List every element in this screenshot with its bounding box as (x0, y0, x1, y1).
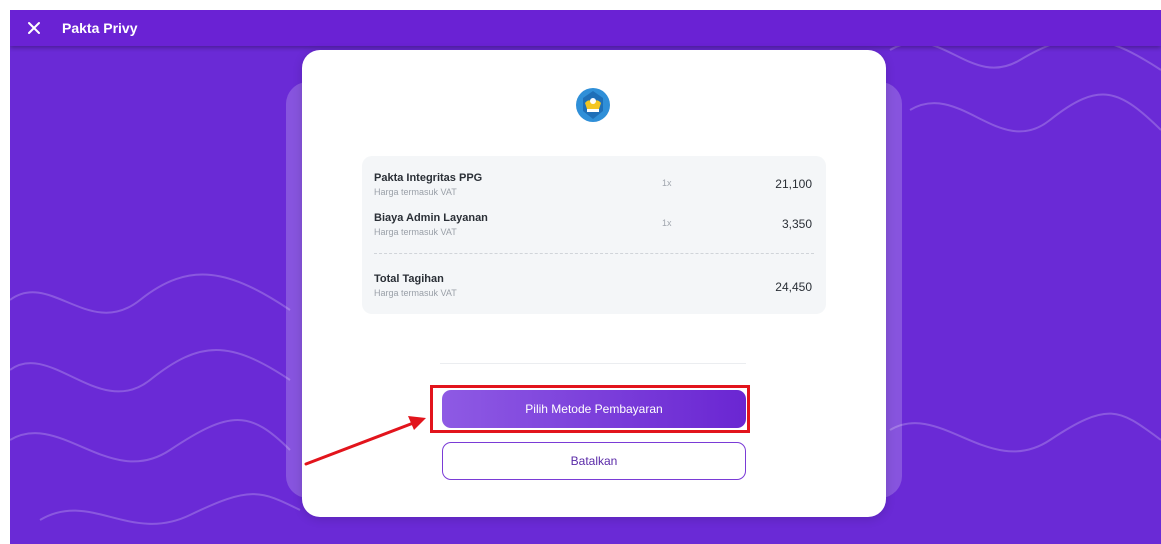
item-price: 21,100 (775, 177, 812, 191)
bill-item: Biaya Admin Layanan Harga termasuk VAT 1… (374, 212, 814, 237)
total-note: Harga termasuk VAT (374, 288, 457, 298)
payment-card: Pakta Integritas PPG Harga termasuk VAT … (302, 50, 886, 517)
window-title: Pakta Privy (62, 20, 138, 36)
item-note: Harga termasuk VAT (374, 187, 457, 197)
bill-item: Pakta Integritas PPG Harga termasuk VAT … (374, 172, 814, 197)
app-window: Pakta Privy Pakta Integritas PPG Harga t… (10, 10, 1161, 544)
separator (440, 363, 746, 364)
bill-total: Total Tagihan Harga termasuk VAT 24,450 (374, 273, 814, 298)
title-bar: Pakta Privy (10, 10, 1161, 46)
bill-divider (374, 253, 814, 254)
item-price: 3,350 (781, 217, 812, 231)
item-name: Pakta Integritas PPG (374, 172, 483, 184)
choose-payment-method-button[interactable]: Pilih Metode Pembayaran (442, 390, 746, 428)
close-icon (28, 22, 40, 34)
total-label: Total Tagihan (374, 273, 444, 285)
close-button[interactable] (24, 18, 44, 38)
item-qty: 1x (662, 218, 672, 228)
item-note: Harga termasuk VAT (374, 227, 457, 237)
item-name: Biaya Admin Layanan (374, 212, 488, 224)
tut-wuri-handayani-logo (576, 88, 610, 122)
bill-summary: Pakta Integritas PPG Harga termasuk VAT … (362, 156, 826, 314)
total-amount: 24,450 (775, 280, 812, 294)
item-qty: 1x (662, 178, 672, 188)
cancel-button[interactable]: Batalkan (442, 442, 746, 480)
